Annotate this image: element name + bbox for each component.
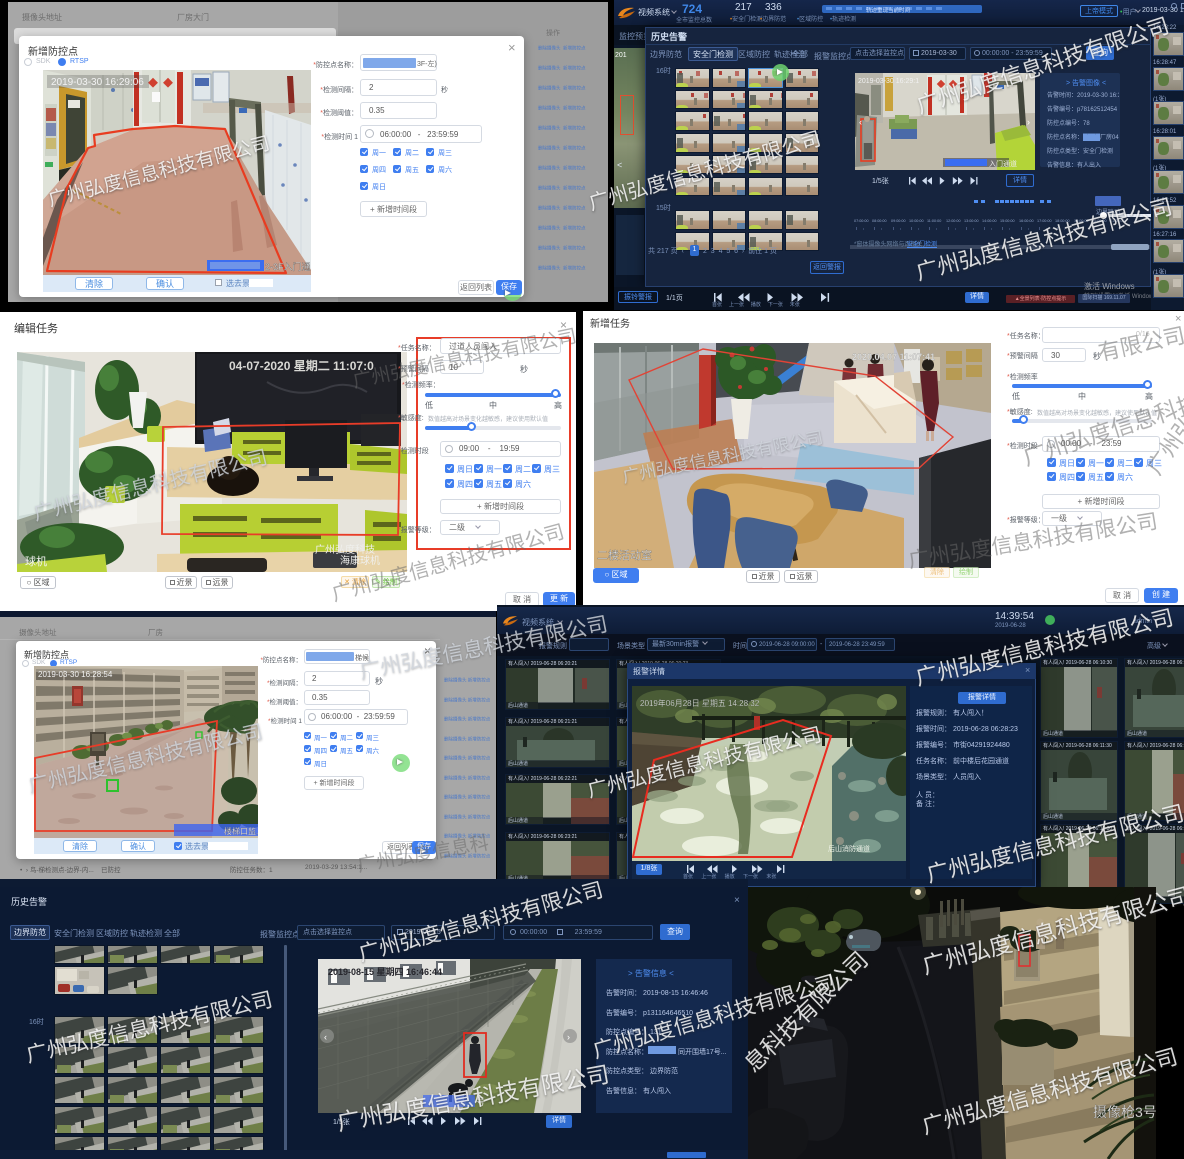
svg-text:球机: 球机 [25,554,47,568]
svg-text:广州弘度科技: 广州弘度科技 [315,543,375,556]
svg-text:2020.04.07 11:07:41: 2020.04.07 11:07:41 [852,352,935,362]
svg-text:‹: ‹ [859,117,862,127]
svg-text:2019年06月28日 星期五 14:28:32: 2019年06月28日 星期五 14:28:32 [640,698,760,708]
svg-text:2019-03-30 16:28:54: 2019-03-30 16:28:54 [38,670,113,679]
svg-text:‹: ‹ [324,1032,327,1042]
svg-text:2019-08-15 星期四 16:46:44: 2019-08-15 星期四 16:46:44 [328,966,442,977]
svg-text:摄像枪3号: 摄像枪3号 [1093,1104,1156,1120]
svg-text:2-3F入门通..: 2-3F入门通.. [265,261,311,272]
svg-text:号: 号 [476,1097,485,1107]
svg-text:2019-03-30 16:29:1: 2019-03-30 16:29:1 [858,78,919,85]
svg-text:入门通道: 入门通道 [989,159,1017,168]
svg-text:04-07-2020 星期二 11:07:0: 04-07-2020 星期二 11:07:0 [229,358,374,373]
svg-text:后山消防通道: 后山消防通道 [828,844,870,853]
svg-text:楼梯口监..: 楼梯口监.. [224,826,258,836]
svg-text:海康球机: 海康球机 [340,554,380,567]
svg-text:›: › [567,1032,570,1042]
svg-text:2019-03-30 16:29:06: 2019-03-30 16:29:06 [51,77,144,88]
svg-text:二楼活动室: 二楼活动室 [597,548,652,562]
svg-text:›: › [1027,117,1030,127]
